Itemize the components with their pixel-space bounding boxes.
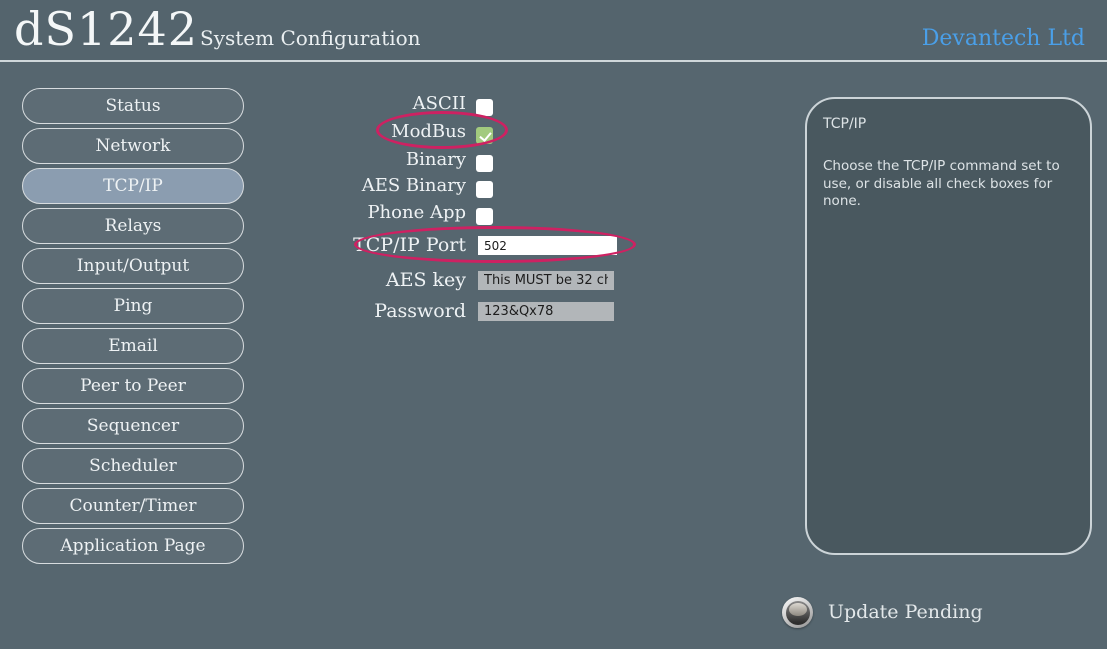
ascii-label: ASCII xyxy=(266,92,466,116)
led-highlight xyxy=(789,603,807,616)
sidebar-item-tcpip[interactable]: TCP/IP xyxy=(22,168,244,204)
sidebar-item-label: Status xyxy=(105,96,160,116)
modbus-checkbox[interactable] xyxy=(476,127,493,144)
header-bar: dS1242 System Configuration Devantech Lt… xyxy=(0,0,1107,62)
sidebar-item-scheduler[interactable]: Scheduler xyxy=(22,448,244,484)
help-panel-title: TCP/IP xyxy=(823,116,1074,132)
password-row: Password xyxy=(266,299,614,323)
sidebar-item-label: Sequencer xyxy=(87,416,179,436)
password-label: Password xyxy=(266,299,466,323)
tcpip-port-input[interactable] xyxy=(478,236,617,255)
device-name: dS1242 xyxy=(14,2,198,56)
ascii-row: ASCII xyxy=(266,92,493,116)
aes-binary-label: AES Binary xyxy=(266,174,466,198)
sidebar-item-input-output[interactable]: Input/Output xyxy=(22,248,244,284)
modbus-label: ModBus xyxy=(266,120,466,144)
sidebar-item-label: Network xyxy=(96,136,171,156)
password-input[interactable] xyxy=(478,302,614,321)
page-title: System Configuration xyxy=(200,26,421,50)
update-pending-label: Update Pending xyxy=(828,601,983,623)
binary-row: Binary xyxy=(266,148,493,172)
aes-key-row: AES key xyxy=(266,268,614,292)
aes-key-label: AES key xyxy=(266,268,466,292)
brand-name: Devantech Ltd xyxy=(922,26,1085,51)
sidebar-nav: Status Network TCP/IP Relays Input/Outpu… xyxy=(22,88,244,568)
sidebar-item-sequencer[interactable]: Sequencer xyxy=(22,408,244,444)
led-core xyxy=(786,601,810,625)
sidebar-item-label: Relays xyxy=(105,216,162,236)
sidebar-item-label: Peer to Peer xyxy=(80,376,186,396)
phone-app-row: Phone App xyxy=(266,201,493,225)
sidebar-item-label: Scheduler xyxy=(89,456,177,476)
sidebar-item-email[interactable]: Email xyxy=(22,328,244,364)
sidebar-item-application-page[interactable]: Application Page xyxy=(22,528,244,564)
sidebar-item-ping[interactable]: Ping xyxy=(22,288,244,324)
sidebar-item-label: Email xyxy=(108,336,158,356)
binary-label: Binary xyxy=(266,148,466,172)
binary-checkbox[interactable] xyxy=(476,155,493,172)
sidebar-item-label: Application Page xyxy=(60,536,205,556)
sidebar-item-label: Input/Output xyxy=(77,256,189,276)
sidebar-item-network[interactable]: Network xyxy=(22,128,244,164)
phone-app-label: Phone App xyxy=(266,201,466,225)
aes-binary-row: AES Binary xyxy=(266,174,493,198)
update-pending-led[interactable] xyxy=(782,597,813,628)
system-configuration-page: dS1242 System Configuration Devantech Lt… xyxy=(0,0,1107,651)
aes-key-input[interactable] xyxy=(478,271,614,290)
sidebar-item-label: Counter/Timer xyxy=(70,496,197,516)
modbus-row: ModBus xyxy=(266,120,493,144)
sidebar-item-label: Ping xyxy=(114,296,153,316)
phone-app-checkbox[interactable] xyxy=(476,208,493,225)
help-panel-body: Choose the TCP/IP command set to use, or… xyxy=(823,158,1075,211)
tcpip-port-row: TCP/IP Port xyxy=(266,233,617,257)
sidebar-item-status[interactable]: Status xyxy=(22,88,244,124)
sidebar-item-peer-to-peer[interactable]: Peer to Peer xyxy=(22,368,244,404)
help-panel: TCP/IP Choose the TCP/IP command set to … xyxy=(805,97,1092,555)
sidebar-item-label: TCP/IP xyxy=(103,176,163,196)
sidebar-item-relays[interactable]: Relays xyxy=(22,208,244,244)
tcpip-port-label: TCP/IP Port xyxy=(266,233,466,257)
ascii-checkbox[interactable] xyxy=(476,99,493,116)
aes-binary-checkbox[interactable] xyxy=(476,181,493,198)
sidebar-item-counter-timer[interactable]: Counter/Timer xyxy=(22,488,244,524)
